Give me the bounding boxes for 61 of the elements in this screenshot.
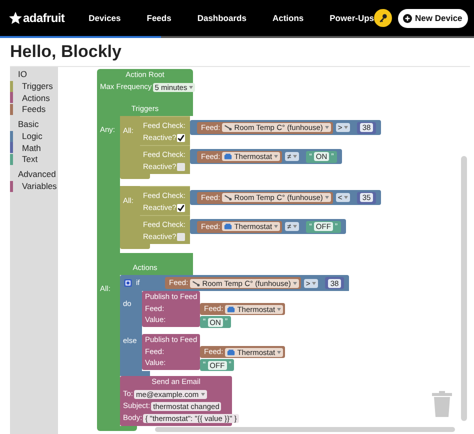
trash-icon[interactable] — [432, 391, 452, 417]
quote-mark: “ — [203, 360, 206, 370]
caret-icon — [292, 282, 297, 284]
caret-icon — [293, 155, 298, 158]
new-device-button[interactable]: New Device — [398, 8, 468, 28]
horizontal-scrollbar[interactable] — [155, 427, 455, 432]
caret-icon — [189, 86, 194, 88]
block-foot — [120, 244, 150, 249]
quote-mark: “ — [309, 222, 312, 232]
caret-icon — [274, 155, 278, 158]
caret-icon — [200, 392, 205, 396]
toolbox-category[interactable]: Logic — [13, 131, 42, 142]
device-icon — [224, 223, 232, 230]
nav-link[interactable]: Power-Ups — [330, 13, 374, 23]
quote-mark: ” — [331, 152, 334, 162]
toolbox-category[interactable]: Actions — [13, 92, 50, 103]
nav-link[interactable]: Feeds — [146, 13, 172, 23]
star-logo-icon — [8, 10, 23, 26]
nav-link[interactable]: Dashboards — [197, 13, 246, 23]
thermometer-icon — [224, 194, 232, 201]
quote-mark: “ — [203, 317, 206, 327]
caret-icon — [277, 350, 282, 354]
reactive-checkbox[interactable] — [177, 204, 186, 212]
key-button[interactable] — [374, 9, 392, 27]
quote-mark: ” — [334, 222, 338, 232]
toolbox-category[interactable]: Triggers — [13, 81, 53, 92]
toolbox-category[interactable]: Math — [13, 142, 41, 153]
toolbox-category[interactable]: Text — [13, 154, 38, 164]
block-foot — [120, 174, 150, 179]
caret-icon — [324, 126, 329, 129]
square-icon[interactable] — [124, 279, 132, 287]
thermometer-icon — [192, 280, 200, 286]
device-icon — [227, 348, 236, 356]
page-title: Hello, Blockly — [10, 42, 122, 62]
device-icon — [224, 153, 232, 160]
logo-wordmark[interactable]: adafruit — [23, 11, 65, 25]
category-heading: Basic — [17, 119, 40, 130]
reactive-checkbox[interactable] — [177, 163, 186, 171]
device-icon — [227, 306, 236, 312]
quote-mark: “ — [309, 152, 312, 162]
reactive-checkbox[interactable] — [177, 233, 186, 241]
reactive-checkbox[interactable] — [177, 134, 186, 142]
plus-circle-icon — [403, 14, 412, 22]
quote-mark: ” — [224, 317, 228, 327]
thermometer-icon — [224, 124, 232, 131]
category-heading: IO — [17, 69, 28, 80]
caret-icon — [324, 196, 329, 199]
caret-icon — [344, 126, 348, 129]
toolbox-category[interactable]: Feeds — [13, 104, 46, 114]
vertical-scrollbar[interactable] — [461, 156, 467, 421]
caret-icon — [274, 225, 278, 228]
caret-icon — [293, 225, 298, 228]
toolbox-category[interactable]: Variables — [13, 181, 57, 192]
caret-icon — [312, 282, 316, 284]
caret-icon — [344, 196, 348, 199]
category-heading: Advanced — [17, 169, 57, 180]
nav-link[interactable]: Actions — [272, 13, 304, 23]
caret-icon — [277, 308, 282, 310]
nav-link[interactable]: Devices — [88, 13, 121, 23]
quote-mark: ” — [228, 360, 232, 370]
key-icon — [378, 13, 388, 23]
